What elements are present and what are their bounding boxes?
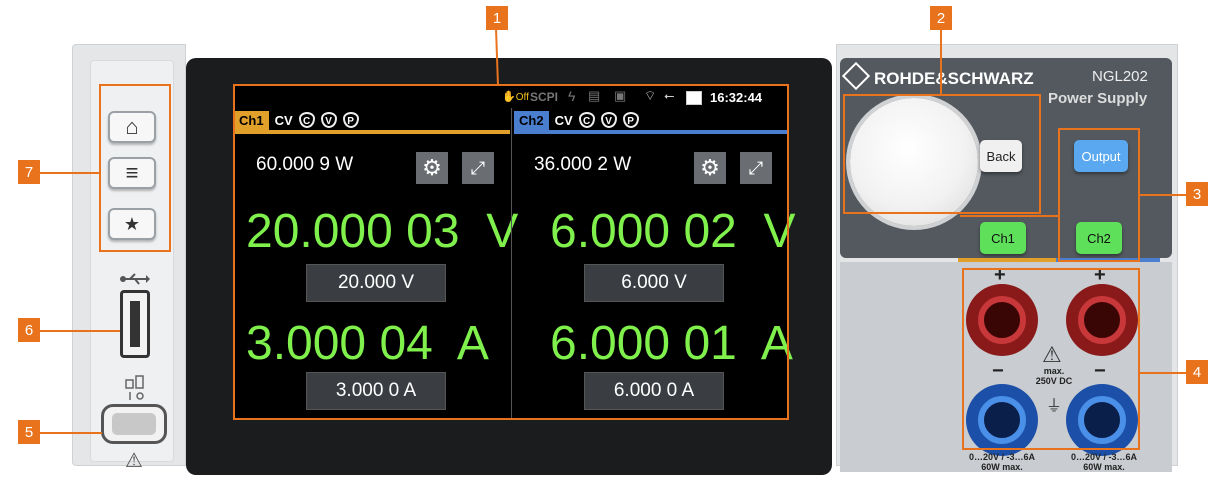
- callout-3: 3: [1186, 182, 1208, 206]
- callout-line-4: [1140, 372, 1186, 374]
- model-name: NGL202: [1092, 68, 1148, 85]
- callout-line-2: [940, 30, 942, 94]
- ch1-strip: [958, 258, 1056, 262]
- callout-6: 6: [18, 318, 40, 342]
- callout-frame-3-link: [960, 215, 1058, 217]
- usb-port[interactable]: [120, 290, 150, 358]
- callout-2: 2: [930, 6, 952, 30]
- callout-5: 5: [18, 420, 40, 444]
- ch2-rating: 0…20V / -3…6A 60W max.: [1070, 452, 1138, 472]
- callout-line-6: [40, 330, 120, 332]
- callout-frame-3: [1058, 128, 1140, 262]
- callout-frame-7: [99, 84, 171, 252]
- callout-7: 7: [18, 160, 40, 184]
- rs-diamond-icon: [841, 61, 871, 91]
- callout-frame-2: [843, 94, 1041, 214]
- usb-icon: [115, 272, 155, 291]
- callout-line-5: [40, 432, 102, 434]
- warning-icon: ⚠: [125, 450, 143, 472]
- callout-1: 1: [486, 6, 508, 30]
- product-name: Power Supply: [1048, 90, 1148, 107]
- network-icon: [118, 374, 154, 404]
- callout-frame-1: [233, 84, 789, 420]
- callout-4: 4: [1186, 360, 1208, 384]
- callout-line-3: [1140, 194, 1186, 196]
- callout-line-7: [40, 172, 100, 174]
- power-button[interactable]: [101, 404, 167, 444]
- ch1-button[interactable]: Ch1: [980, 222, 1026, 254]
- callout-frame-4: [962, 268, 1140, 450]
- ch1-rating: 0…20V / -3…6A 60W max.: [968, 452, 1036, 472]
